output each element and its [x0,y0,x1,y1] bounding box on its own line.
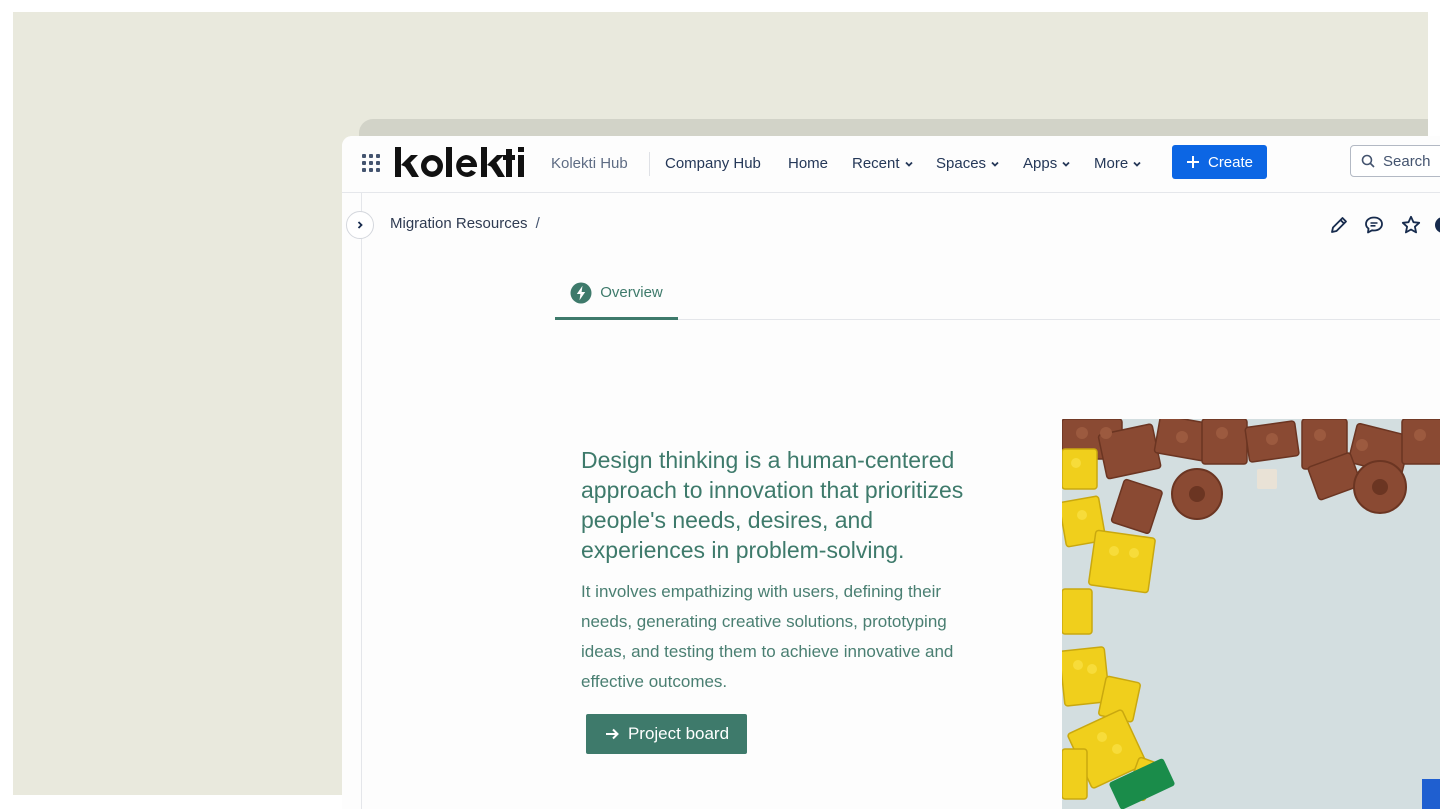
star-icon[interactable] [1400,214,1422,236]
search-icon [1361,154,1375,168]
more-icon[interactable] [1432,214,1440,236]
nav-spaces-label: Spaces [936,155,987,172]
create-button-label: Create [1207,153,1254,171]
nav-company-hub-label: Company Hub [665,155,761,172]
hero-description: It involves empathizing with users, defi… [581,582,954,691]
search-input[interactable]: Search [1350,145,1440,177]
create-button[interactable]: Create [1172,145,1267,179]
nav-spaces[interactable]: Spaces [936,154,1000,174]
arrow-right-icon [605,728,619,740]
nav-home[interactable]: Home [788,154,828,174]
edit-icon[interactable] [1328,214,1350,236]
nav-apps[interactable]: Apps [1023,154,1071,174]
lightning-icon [570,282,592,304]
hub-name[interactable]: Kolekti Hub [551,154,628,174]
search-placeholder: Search [1383,152,1431,170]
chevron-right-icon [357,221,363,229]
nav-company-hub[interactable]: Company Hub [665,154,761,174]
plus-icon [1186,156,1199,168]
app-switcher-icon[interactable] [361,153,381,173]
tab-overview[interactable]: Overview [555,282,678,320]
kolekti-logo[interactable] [393,145,527,181]
chevron-down-icon [904,161,913,167]
nav-home-label: Home [788,155,829,172]
lego-bricks-photo [1062,419,1440,809]
top-navigation: Kolekti Hub Company Hub Home Recent Spac… [342,136,1440,193]
nav-recent-label: Recent [852,155,900,172]
project-board-button-label: Project board [627,724,730,743]
sidebar-rail [361,193,362,809]
nav-recent[interactable]: Recent [852,154,914,174]
expand-sidebar-button[interactable] [346,211,374,239]
nav-divider [649,152,650,176]
project-board-button[interactable]: Project board [586,714,747,754]
nav-apps-label: Apps [1023,155,1058,172]
breadcrumb: Migration Resources / [390,215,540,232]
chevron-down-icon [1133,161,1141,167]
comment-icon[interactable] [1363,214,1385,236]
hero-headline: Design thinking is a human-centered appr… [581,447,964,563]
nav-more[interactable]: More [1094,154,1142,174]
breadcrumb-separator: / [535,215,540,232]
nav-more-label: More [1094,155,1129,172]
chevron-down-icon [1062,161,1070,167]
app-window: Kolekti Hub Company Hub Home Recent Spac… [342,136,1440,809]
breadcrumb-item[interactable]: Migration Resources [390,215,528,232]
chevron-down-icon [991,161,999,167]
tab-overview-label: Overview [600,284,663,301]
tab-bar-divider [555,319,1440,320]
